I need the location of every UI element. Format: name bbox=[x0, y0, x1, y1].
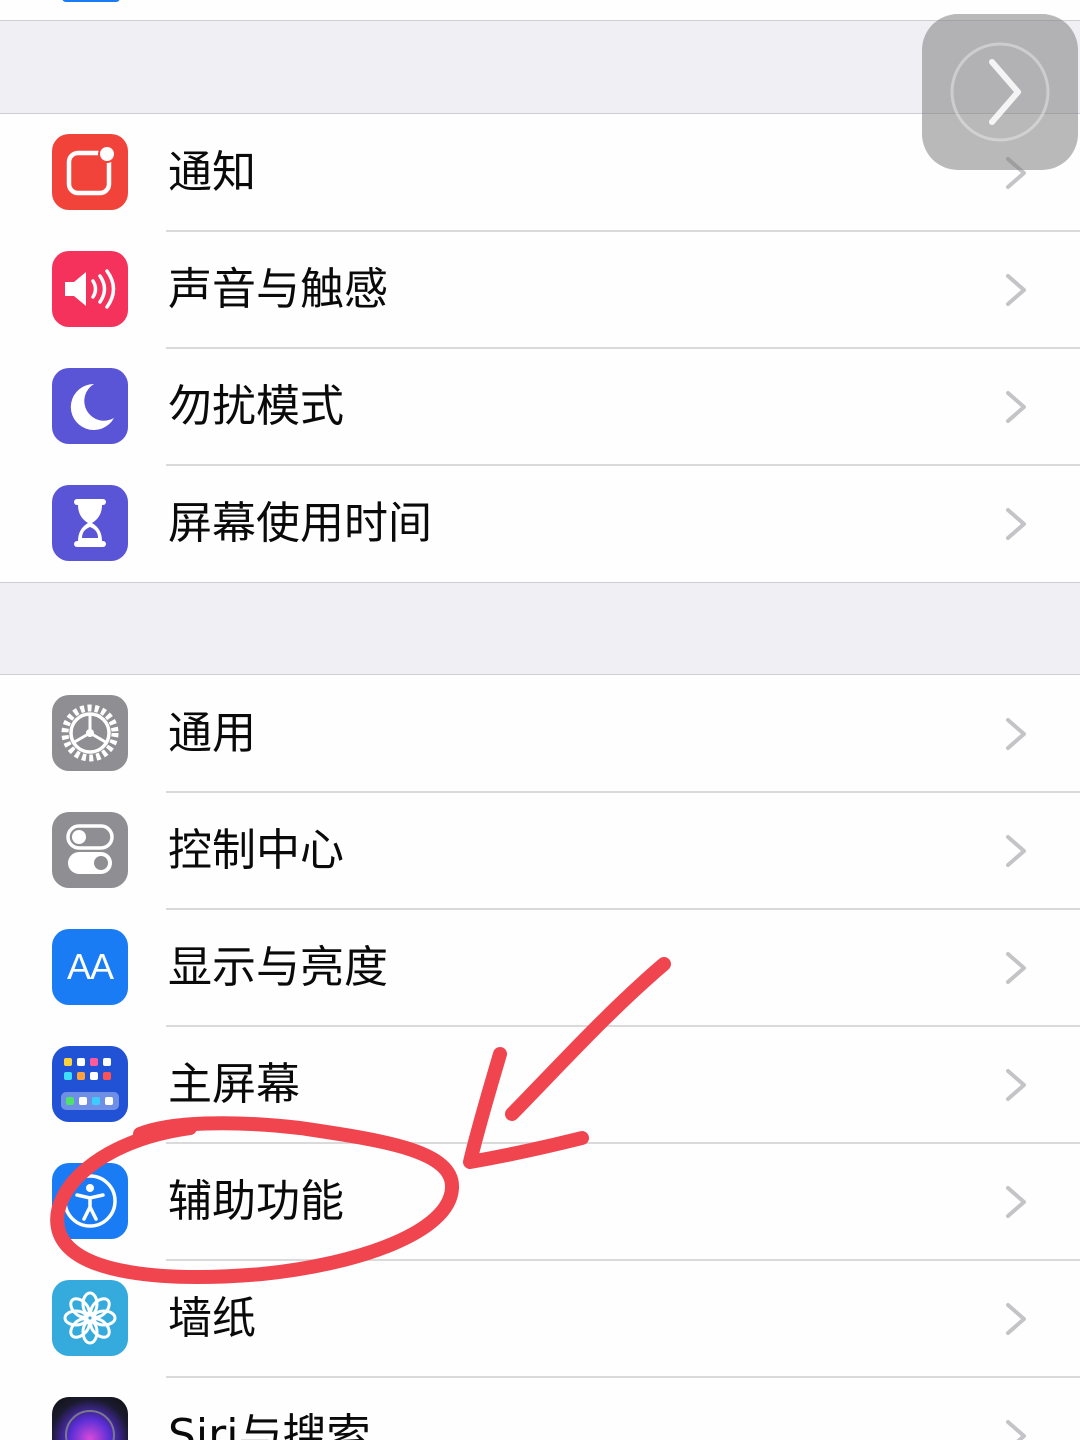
settings-row-label: 通知 bbox=[168, 147, 256, 198]
chevron-right-icon bbox=[1006, 1186, 1026, 1218]
divider bbox=[0, 582, 1080, 583]
settings-row-do-not-disturb[interactable]: 勿扰模式 bbox=[0, 348, 1080, 465]
settings-group-2: 通用 控制中心 AA 显示与亮度 主屏幕 辅助功能 墙纸 Siri与搜索 bbox=[0, 675, 1080, 1440]
hourglass-icon bbox=[52, 485, 128, 561]
settings-screen: 通知 声音与触感 勿扰模式 屏幕使用时间 通用 控制中心 AA 显示与亮度 主屏… bbox=[0, 0, 1080, 1440]
assistive-touch-button[interactable] bbox=[922, 14, 1078, 170]
settings-row-label: 勿扰模式 bbox=[168, 381, 344, 432]
toggles-icon bbox=[52, 812, 128, 888]
chevron-right-icon bbox=[1006, 952, 1026, 984]
moon-icon bbox=[52, 368, 128, 444]
divider bbox=[0, 20, 1080, 21]
chevron-right-icon bbox=[1006, 718, 1026, 750]
settings-row-label: 主屏幕 bbox=[168, 1059, 300, 1110]
chevron-right-icon bbox=[1006, 835, 1026, 867]
chevron-right-icon bbox=[1006, 1420, 1026, 1440]
settings-group-1: 通知 声音与触感 勿扰模式 屏幕使用时间 bbox=[0, 114, 1080, 582]
chevron-right-icon bbox=[1006, 274, 1026, 306]
notifications-icon bbox=[52, 134, 128, 210]
siri-icon bbox=[52, 1397, 128, 1440]
settings-row-label: Siri与搜索 bbox=[168, 1410, 371, 1440]
speaker-icon bbox=[52, 251, 128, 327]
settings-row-home-screen[interactable]: 主屏幕 bbox=[0, 1026, 1080, 1143]
settings-row-general[interactable]: 通用 bbox=[0, 675, 1080, 792]
settings-row-display-brightness[interactable]: AA 显示与亮度 bbox=[0, 909, 1080, 1026]
settings-row-sounds-haptics[interactable]: 声音与触感 bbox=[0, 231, 1080, 348]
settings-row-label: 声音与触感 bbox=[168, 264, 388, 315]
chevron-right-icon bbox=[1006, 391, 1026, 423]
settings-row-screen-time[interactable]: 屏幕使用时间 bbox=[0, 465, 1080, 582]
chevron-right-icon bbox=[1006, 1303, 1026, 1335]
text-size-icon-glyph: AA bbox=[66, 946, 114, 987]
chevron-right-icon bbox=[1006, 1069, 1026, 1101]
settings-row-siri-search[interactable]: Siri与搜索 bbox=[0, 1377, 1080, 1440]
chevron-right-icon bbox=[1006, 508, 1026, 540]
assistive-touch-icon bbox=[950, 42, 1050, 142]
previous-row-icon bbox=[62, 0, 120, 2]
settings-row-label: 屏幕使用时间 bbox=[168, 498, 432, 549]
gear-icon bbox=[52, 695, 128, 771]
accessibility-icon bbox=[52, 1163, 128, 1239]
settings-row-accessibility[interactable]: 辅助功能 bbox=[0, 1143, 1080, 1260]
home-screen-grid-icon bbox=[52, 1046, 128, 1122]
settings-row-notifications[interactable]: 通知 bbox=[0, 114, 1080, 231]
settings-row-label: 通用 bbox=[168, 708, 256, 759]
settings-row-label: 辅助功能 bbox=[168, 1176, 344, 1227]
settings-row-label: 显示与亮度 bbox=[168, 942, 388, 993]
settings-row-label: 墙纸 bbox=[168, 1293, 256, 1344]
settings-row-label: 控制中心 bbox=[168, 825, 344, 876]
settings-row-wallpaper[interactable]: 墙纸 bbox=[0, 1260, 1080, 1377]
settings-row-control-center[interactable]: 控制中心 bbox=[0, 792, 1080, 909]
flower-icon bbox=[52, 1280, 128, 1356]
text-size-icon: AA bbox=[52, 929, 128, 1005]
previous-group bbox=[0, 0, 1080, 20]
